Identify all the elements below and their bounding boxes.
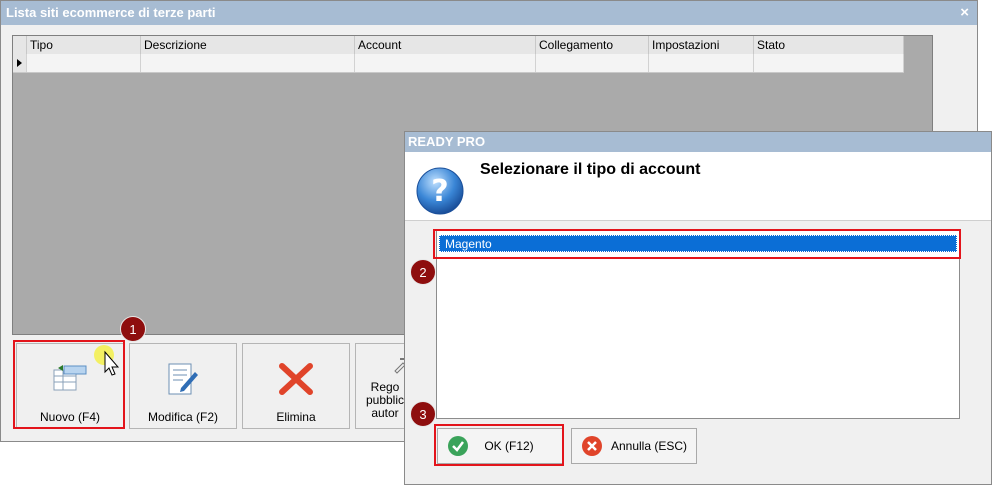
dialog-header: ? Selezionare il tipo di account <box>405 152 991 221</box>
new-button-label: Nuovo (F4) <box>39 410 101 424</box>
edit-button[interactable]: Modifica (F2) <box>129 343 237 429</box>
callout-marker-3: 3 <box>410 401 436 427</box>
mouse-cursor-icon <box>94 345 120 376</box>
ok-button[interactable]: OK (F12) <box>437 428 563 464</box>
cell-stato[interactable] <box>754 54 904 72</box>
cell-tipo[interactable] <box>27 54 141 72</box>
column-header-descrizione[interactable]: Descrizione <box>141 36 355 54</box>
callout-marker-2: 2 <box>410 259 436 285</box>
column-header-account[interactable]: Account <box>355 36 536 54</box>
callout-marker-1: 1 <box>120 316 146 342</box>
table-row[interactable] <box>13 54 904 73</box>
new-record-icon <box>53 365 87 391</box>
dialog-title-bar: READY PRO <box>405 132 991 152</box>
cancel-button-label: Annulla (ESC) <box>610 439 688 453</box>
edit-document-icon <box>168 363 198 395</box>
cell-descrizione[interactable] <box>141 54 355 72</box>
cancel-button[interactable]: Annulla (ESC) <box>571 428 697 464</box>
question-icon: ? <box>416 167 464 215</box>
edit-button-label: Modifica (F2) <box>147 410 218 424</box>
delete-x-icon <box>279 363 313 395</box>
cell-account[interactable] <box>355 54 536 72</box>
column-header-collegamento[interactable]: Collegamento <box>536 36 649 54</box>
column-header-tipo[interactable]: Tipo <box>27 36 141 54</box>
row-indicator <box>13 54 27 72</box>
account-type-list[interactable]: Magento <box>436 229 960 419</box>
delete-button-label: Elimina <box>276 410 316 424</box>
row-pointer-icon <box>17 59 22 67</box>
account-type-dialog: READY PRO ? Selezionare il tipo di accou… <box>404 131 992 485</box>
dialog-heading: Selezionare il tipo di account <box>480 161 701 178</box>
svg-text:?: ? <box>431 174 448 209</box>
grid-header: Tipo Descrizione Account Collegamento Im… <box>13 36 904 55</box>
row-indicator-header <box>13 36 27 54</box>
ok-button-label: OK (F12) <box>484 439 534 453</box>
cell-impostazioni[interactable] <box>649 54 754 72</box>
column-header-stato[interactable]: Stato <box>754 36 904 54</box>
column-header-impostazioni[interactable]: Impostazioni <box>649 36 754 54</box>
delete-button[interactable]: Elimina <box>242 343 350 429</box>
window-title: Lista siti ecommerce di terze parti <box>6 5 216 20</box>
close-icon[interactable]: × <box>960 3 969 23</box>
list-item-magento[interactable]: Magento <box>439 235 957 252</box>
cell-collegamento[interactable] <box>536 54 649 72</box>
window-title-bar: Lista siti ecommerce di terze parti × <box>1 1 977 25</box>
